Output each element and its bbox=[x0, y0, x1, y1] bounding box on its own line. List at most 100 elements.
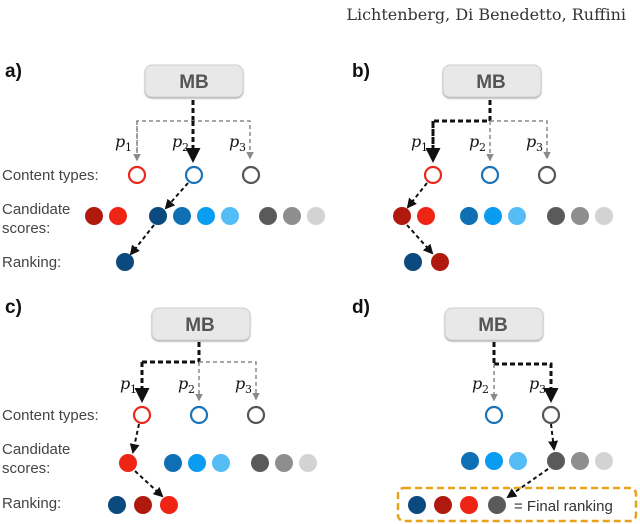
score-blue-4 bbox=[509, 452, 527, 470]
ranking-item-3 bbox=[160, 496, 178, 514]
arrow-type-to-score bbox=[129, 423, 140, 454]
svg-text:p: p bbox=[469, 132, 479, 151]
score-blue-1 bbox=[149, 207, 167, 225]
svg-text:2: 2 bbox=[482, 383, 489, 396]
panel-c: c) MB p1 p2 p3 Content types: Candidate … bbox=[2, 297, 317, 514]
arrow-type-to-score bbox=[164, 182, 189, 210]
content-type-gray bbox=[246, 405, 266, 425]
panel-label-c: c) bbox=[5, 297, 22, 318]
score-blue-3 bbox=[485, 452, 503, 470]
score-gray-1 bbox=[547, 207, 565, 225]
ranking-item-1 bbox=[108, 496, 126, 514]
content-type-red bbox=[132, 405, 152, 425]
score-blue-3 bbox=[197, 207, 215, 225]
panel-a: a) MB p1 p2 p3 Content types: Candidate … bbox=[2, 61, 325, 271]
score-red-1 bbox=[393, 207, 411, 225]
arrow-type-to-score bbox=[406, 182, 428, 209]
svg-text:p: p bbox=[172, 132, 182, 151]
score-red-1 bbox=[85, 207, 103, 225]
svg-text:2: 2 bbox=[182, 141, 189, 154]
score-blue-4 bbox=[212, 454, 230, 472]
svg-text:1: 1 bbox=[421, 141, 428, 154]
arrow-type-to-score bbox=[548, 423, 559, 451]
svg-text:p: p bbox=[235, 374, 245, 393]
label-candidate-scores-1: Candidate bbox=[2, 201, 70, 218]
panel-d: d) MB p2 p3 = Final ranking bbox=[352, 297, 638, 523]
diagram-canvas: Lichtenberg, Di Benedetto, Ruffini a) MB… bbox=[2, 5, 638, 523]
mb-box: MB bbox=[442, 64, 542, 98]
ranking-item-2 bbox=[434, 496, 452, 514]
svg-text:p: p bbox=[526, 132, 536, 151]
score-gray-2 bbox=[283, 207, 301, 225]
content-type-red bbox=[127, 165, 147, 185]
score-blue-2 bbox=[461, 452, 479, 470]
mb-box: MB bbox=[144, 64, 244, 98]
score-blue-4 bbox=[508, 207, 526, 225]
mb-label: MB bbox=[179, 72, 209, 93]
label-content-types: Content types: bbox=[2, 407, 99, 424]
score-blue-2 bbox=[173, 207, 191, 225]
score-gray-2 bbox=[571, 452, 589, 470]
label-candidate-scores-2: scores: bbox=[2, 220, 50, 237]
content-type-gray bbox=[241, 165, 261, 185]
p3-label: p3 bbox=[229, 132, 246, 154]
arrow-score-to-ranking bbox=[506, 468, 549, 499]
content-type-gray bbox=[541, 405, 561, 425]
label-candidate-scores-2: scores: bbox=[2, 460, 50, 477]
svg-text:p: p bbox=[472, 374, 482, 393]
svg-text:p: p bbox=[115, 132, 125, 151]
score-blue-2 bbox=[460, 207, 478, 225]
p1-label: p1 bbox=[120, 374, 137, 396]
svg-text:3: 3 bbox=[539, 383, 546, 396]
svg-text:1: 1 bbox=[130, 383, 137, 396]
score-red-2 bbox=[417, 207, 435, 225]
svg-text:p: p bbox=[120, 374, 130, 393]
p1-label: p1 bbox=[115, 132, 132, 154]
ranking-item-1 bbox=[404, 253, 422, 271]
svg-text:p: p bbox=[529, 374, 539, 393]
mb-label: MB bbox=[478, 315, 508, 336]
header-authors: Lichtenberg, Di Benedetto, Ruffini bbox=[346, 5, 626, 24]
ranking-item-2 bbox=[134, 496, 152, 514]
p2-label: p2 bbox=[469, 132, 486, 154]
score-gray-2 bbox=[571, 207, 589, 225]
p3-label: p3 bbox=[235, 374, 252, 396]
svg-text:3: 3 bbox=[245, 383, 252, 396]
p2-label: p2 bbox=[178, 374, 195, 396]
label-content-types: Content types: bbox=[2, 167, 99, 184]
svg-text:3: 3 bbox=[239, 141, 246, 154]
svg-text:p: p bbox=[411, 132, 421, 151]
panel-label-b: b) bbox=[352, 61, 370, 82]
mb-box: MB bbox=[444, 307, 544, 341]
content-type-blue bbox=[484, 405, 504, 425]
score-gray-3 bbox=[595, 207, 613, 225]
score-gray-3 bbox=[307, 207, 325, 225]
label-candidate-scores-1: Candidate bbox=[2, 441, 70, 458]
content-type-blue bbox=[184, 165, 204, 185]
content-type-gray bbox=[537, 165, 557, 185]
score-gray-2 bbox=[275, 454, 293, 472]
svg-text:2: 2 bbox=[479, 141, 486, 154]
score-blue-4 bbox=[221, 207, 239, 225]
p3-label: p3 bbox=[526, 132, 543, 154]
svg-text:p: p bbox=[178, 374, 188, 393]
score-red-2 bbox=[109, 207, 127, 225]
panel-label-d: d) bbox=[352, 297, 370, 318]
p2-label: p2 bbox=[472, 374, 489, 396]
mb-label: MB bbox=[476, 72, 506, 93]
svg-text:1: 1 bbox=[125, 141, 132, 154]
svg-text:p: p bbox=[229, 132, 239, 151]
score-gray-1 bbox=[251, 454, 269, 472]
arrow-score-to-ranking bbox=[406, 224, 434, 255]
ranking-item-3 bbox=[460, 496, 478, 514]
p2-label: p2 bbox=[172, 132, 189, 154]
content-type-blue bbox=[480, 165, 500, 185]
score-blue-2 bbox=[164, 454, 182, 472]
score-blue-3 bbox=[188, 454, 206, 472]
arrow-score-to-ranking bbox=[129, 224, 155, 256]
p1-label: p1 bbox=[411, 132, 428, 154]
score-gray-1 bbox=[547, 452, 565, 470]
panel-b: b) MB p1 p2 p3 bbox=[352, 61, 613, 271]
panel-label-a: a) bbox=[5, 61, 22, 82]
content-type-blue bbox=[189, 405, 209, 425]
